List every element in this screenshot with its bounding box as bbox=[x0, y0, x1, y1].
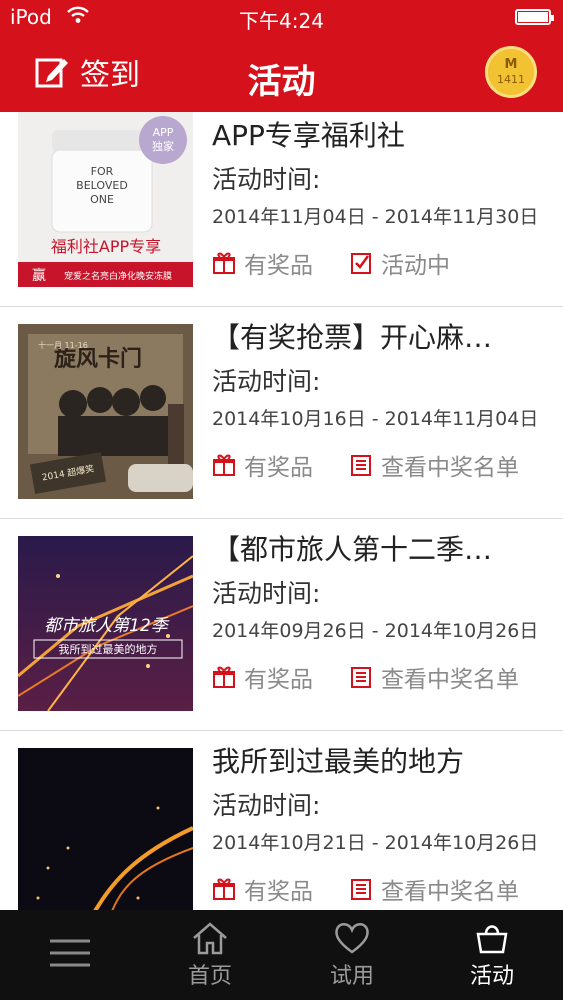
tab-home[interactable]: 首页 bbox=[150, 910, 270, 1000]
winners-list-link[interactable]: 查看中奖名单 bbox=[381, 872, 519, 906]
activity-time-label: 活动时间: bbox=[212, 165, 321, 194]
activity-date-range: 2014年11月04日 - 2014年11月30日 bbox=[212, 206, 539, 228]
prize-label: 有奖品 bbox=[244, 455, 313, 481]
svg-text:都市旅人第12季: 都市旅人第12季 bbox=[44, 616, 170, 636]
svg-text:BELOVED: BELOVED bbox=[76, 179, 128, 192]
svg-text:FOR: FOR bbox=[91, 165, 114, 178]
list-icon bbox=[349, 453, 373, 477]
activity-date-range: 2014年09月26日 - 2014年10月26日 bbox=[212, 620, 539, 642]
activity-thumbnail: FOR BELOVED ONE APP 独家 福利社APP专享 赢 宠爱之名亮白… bbox=[18, 112, 193, 287]
prize-label: 有奖品 bbox=[244, 879, 313, 905]
menu-icon bbox=[50, 939, 90, 967]
shopping-bag-icon bbox=[476, 925, 508, 954]
header-bar: 签到 活动 M 1411 bbox=[0, 36, 563, 112]
clock: 下午4:24 bbox=[239, 9, 324, 33]
list-item[interactable]: 我所到过最美的地方 活动时间: 2014年10月21日 - 2014年10月26… bbox=[0, 730, 563, 910]
activity-time-label: 活动时间: bbox=[212, 579, 321, 608]
list-item[interactable]: 旋风卡门 十一月 11-16 2014 超爆笑 【有奖抢票】开心麻… 活动时间:… bbox=[0, 306, 563, 519]
list-item[interactable]: FOR BELOVED ONE APP 独家 福利社APP专享 赢 宠爱之名亮白… bbox=[0, 112, 563, 307]
home-icon bbox=[193, 922, 227, 955]
svg-text:宠爱之名亮白净化晚安冻膜: 宠爱之名亮白净化晚安冻膜 bbox=[64, 270, 172, 282]
activity-thumbnail: 旋风卡门 十一月 11-16 2014 超爆笑 bbox=[18, 324, 193, 499]
gift-icon bbox=[212, 665, 236, 689]
list-icon bbox=[349, 665, 373, 689]
tab-trial-label: 试用 bbox=[329, 964, 374, 989]
list-item[interactable]: 都市旅人第12季 我所到过最美的地方 【都市旅人第十二季… 活动时间: 2014… bbox=[0, 518, 563, 731]
badge-number: 1411 bbox=[497, 73, 525, 86]
activity-time-label: 活动时间: bbox=[212, 367, 321, 396]
svg-text:ONE: ONE bbox=[90, 193, 114, 206]
activity-meta: 有奖品 查看中奖名单 bbox=[212, 872, 519, 906]
activity-list[interactable]: FOR BELOVED ONE APP 独家 福利社APP专享 赢 宠爱之名亮白… bbox=[0, 112, 563, 910]
activity-title: 【都市旅人第十二季… bbox=[212, 533, 493, 566]
activity-date-range: 2014年10月21日 - 2014年10月26日 bbox=[212, 832, 539, 854]
badge-letter: M bbox=[504, 57, 518, 72]
activity-time-label: 活动时间: bbox=[212, 791, 321, 820]
svg-text:APP: APP bbox=[153, 126, 174, 139]
clipboard-check-icon bbox=[349, 251, 373, 275]
winners-list-link[interactable]: 查看中奖名单 bbox=[381, 660, 519, 694]
activity-title: 【有奖抢票】开心麻… bbox=[212, 321, 493, 354]
activity-meta: 有奖品 查看中奖名单 bbox=[212, 660, 519, 694]
activity-title: 我所到过最美的地方 bbox=[212, 745, 465, 778]
page-title: 活动 bbox=[247, 62, 316, 102]
svg-text:赢: 赢 bbox=[32, 267, 46, 284]
gift-icon bbox=[212, 251, 236, 275]
activity-date-range: 2014年10月16日 - 2014年11月04日 bbox=[212, 408, 539, 430]
tab-menu[interactable] bbox=[10, 910, 130, 1000]
battery-icon bbox=[515, 9, 554, 25]
gift-icon bbox=[212, 453, 236, 477]
list-icon bbox=[349, 877, 373, 901]
tab-activities-label: 活动 bbox=[469, 964, 514, 989]
activity-thumbnail: 都市旅人第12季 我所到过最美的地方 bbox=[18, 536, 193, 711]
svg-text:福利社APP专享: 福利社APP专享 bbox=[51, 237, 161, 256]
svg-text:独家: 独家 bbox=[152, 139, 174, 153]
svg-text:我所到过最美的地方: 我所到过最美的地方 bbox=[59, 642, 158, 656]
activity-meta: 有奖品 查看中奖名单 bbox=[212, 448, 519, 482]
activity-title: APP专享福利社 bbox=[212, 119, 405, 152]
activity-thumbnail bbox=[18, 748, 193, 910]
status-label[interactable]: 活动中 bbox=[381, 246, 450, 280]
heart-icon bbox=[335, 923, 369, 954]
prize-label: 有奖品 bbox=[244, 253, 313, 279]
tab-trial[interactable]: 试用 bbox=[292, 910, 412, 1000]
activity-meta: 有奖品 活动中 bbox=[212, 246, 450, 280]
tab-bar: 首页 试用 活动 bbox=[0, 910, 563, 1000]
tab-home-label: 首页 bbox=[187, 964, 232, 989]
winners-list-link[interactable]: 查看中奖名单 bbox=[381, 448, 519, 482]
tab-activities[interactable]: 活动 bbox=[432, 910, 552, 1000]
prize-label: 有奖品 bbox=[244, 667, 313, 693]
membership-badge[interactable]: M 1411 bbox=[485, 46, 537, 98]
svg-text:十一月 11-16: 十一月 11-16 bbox=[38, 340, 88, 350]
status-bar: iPod 下午4:24 bbox=[0, 0, 563, 36]
gift-icon bbox=[212, 877, 236, 901]
